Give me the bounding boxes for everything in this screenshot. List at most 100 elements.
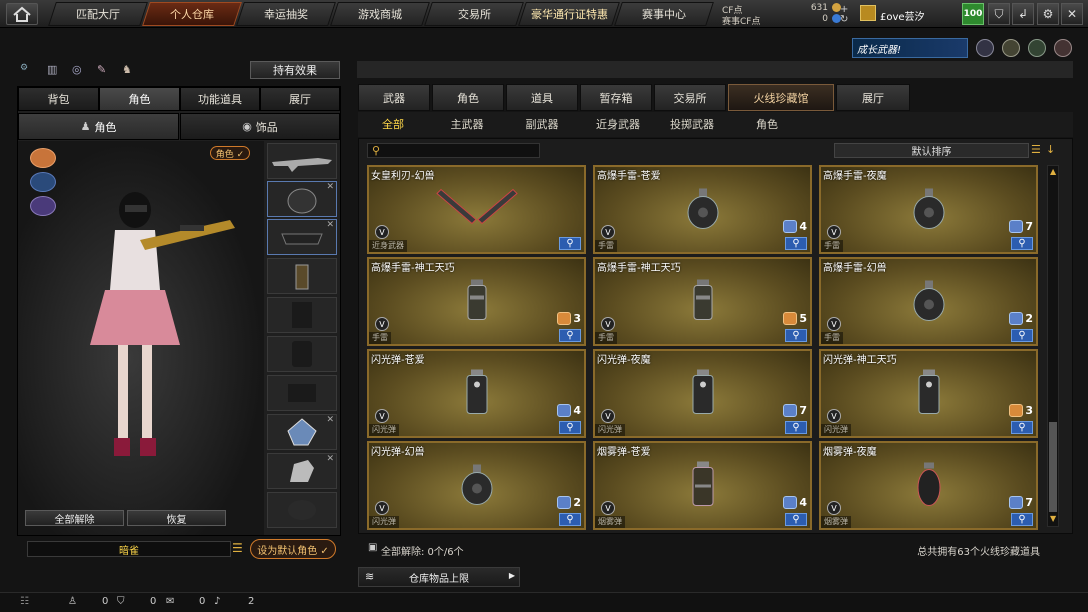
magnify-icon[interactable]: ⚲ xyxy=(559,513,581,526)
item-card[interactable]: 高爆手雷-神工天巧 V 手雷 5 ⚲ xyxy=(593,257,812,346)
set-default-character-button[interactable]: 设为默认角色 ✓ xyxy=(250,539,336,559)
tab-game-mall[interactable]: 游戏商城 xyxy=(330,2,430,26)
slot-belt[interactable] xyxy=(267,375,337,411)
slot-emblem[interactable]: ✕ xyxy=(267,414,337,450)
subtab-secondary[interactable]: 副武器 xyxy=(517,113,567,135)
tool-icon-2[interactable]: ▥ xyxy=(47,63,65,79)
item-card[interactable]: 闪光弹-苍爱 V 闪光弹 4 ⚲ xyxy=(367,349,586,438)
tool-icon-5[interactable]: ♞ xyxy=(122,63,140,79)
tool-icon-4[interactable]: ✎ xyxy=(97,63,115,79)
item-card[interactable]: 高爆手雷-苍爱 V 手雷 4 ⚲ xyxy=(593,165,812,254)
remove-icon[interactable]: ✕ xyxy=(326,415,334,425)
refresh-icon[interactable]: ↻ xyxy=(840,14,848,25)
magnify-icon[interactable]: ⚲ xyxy=(785,421,807,434)
role-tag[interactable]: 角色 ✓ xyxy=(210,146,250,160)
magnify-icon[interactable]: ⚲ xyxy=(1011,513,1033,526)
tab-function-items[interactable]: 功能道具 xyxy=(180,87,260,111)
magnify-icon[interactable]: ⚲ xyxy=(559,329,581,342)
magnify-icon[interactable]: ⚲ xyxy=(785,329,807,342)
tab-personal-storage[interactable]: 个人仓库 xyxy=(142,2,242,26)
scrollbar[interactable]: ▲ ▼ xyxy=(1047,165,1059,527)
scroll-down-icon[interactable]: ▼ xyxy=(1050,514,1056,523)
holding-effect-button[interactable]: 持有效果 xyxy=(250,61,340,79)
item-card[interactable]: 闪光弹-幻兽 V 闪光弹 2 ⚲ xyxy=(367,441,586,530)
avatar[interactable] xyxy=(860,5,876,21)
menu-icon[interactable]: ☷ xyxy=(20,596,29,607)
tab-lucky-draw[interactable]: 幸运抽奖 xyxy=(236,2,336,26)
pose-icon-2[interactable] xyxy=(30,172,56,192)
magnify-icon[interactable]: ⚲ xyxy=(1011,329,1033,342)
clan-icon[interactable]: ⛉ xyxy=(117,596,125,607)
growth-weapon-banner[interactable]: 成长武器! xyxy=(852,38,968,58)
slot-pouch[interactable] xyxy=(267,258,337,294)
shield-icon[interactable]: ⛉ xyxy=(988,3,1010,25)
subtab-accessory[interactable]: ◉ 饰品 xyxy=(180,113,340,140)
friends-icon[interactable]: ♙ xyxy=(68,596,77,607)
chat-icon[interactable]: ✉ xyxy=(166,596,174,607)
magnify-icon[interactable]: ⚲ xyxy=(559,237,581,250)
item-card[interactable]: 高爆手雷-神工天巧 V 手雷 3 ⚲ xyxy=(367,257,586,346)
badge-icon-2[interactable] xyxy=(1002,39,1020,57)
volume-icon[interactable]: ♪ xyxy=(214,596,220,607)
scroll-up-icon[interactable]: ▲ xyxy=(1050,167,1056,176)
item-card[interactable]: 高爆手雷-幻兽 V 手雷 2 ⚲ xyxy=(819,257,1038,346)
magnify-icon[interactable]: ⚲ xyxy=(785,237,807,250)
slot-vest[interactable] xyxy=(267,297,337,333)
subtab-role[interactable]: 角色 xyxy=(742,113,792,135)
magnify-icon[interactable]: ⚲ xyxy=(1011,421,1033,434)
sort-order-icon[interactable]: ↓ xyxy=(1046,143,1058,158)
tab-backpack[interactable]: 背包 xyxy=(18,87,99,111)
home-button[interactable] xyxy=(6,3,38,25)
sort-dropdown[interactable]: 默认排序 xyxy=(834,143,1029,158)
tab-weapons[interactable]: 武器 xyxy=(358,84,430,111)
magnify-icon[interactable]: ⚲ xyxy=(559,421,581,434)
tab-match-lobby[interactable]: 匹配大厅 xyxy=(48,2,148,26)
tab-collection-hall[interactable]: 火线珍藏馆 xyxy=(728,84,834,111)
level-badge[interactable]: 100 xyxy=(962,3,984,25)
slot-spray[interactable]: ✕ xyxy=(267,453,337,489)
list-view-icon[interactable]: ☰ xyxy=(1031,143,1043,158)
slot-empty[interactable] xyxy=(267,492,337,528)
remove-icon[interactable]: ✕ xyxy=(326,220,334,230)
search-input[interactable]: ⚲ xyxy=(367,143,540,158)
slot-armor[interactable] xyxy=(267,336,337,372)
tab-exhibition[interactable]: 展厅 xyxy=(836,84,910,111)
remove-icon[interactable]: ✕ xyxy=(326,182,334,192)
magnify-icon[interactable]: ⚲ xyxy=(785,513,807,526)
tab-items[interactable]: 道具 xyxy=(506,84,578,111)
slot-goggles[interactable]: ✕ xyxy=(267,219,337,255)
scroll-thumb[interactable] xyxy=(1049,422,1057,512)
pose-icon-1[interactable] xyxy=(30,148,56,168)
pose-icon-3[interactable] xyxy=(30,196,56,216)
badge-icon-4[interactable] xyxy=(1054,39,1072,57)
badge-icon-1[interactable] xyxy=(976,39,994,57)
slot-primary-weapon[interactable] xyxy=(267,143,337,179)
subtab-all[interactable]: 全部 xyxy=(368,113,418,135)
list-icon[interactable]: ☰ xyxy=(232,541,246,557)
item-card[interactable]: 闪光弹-夜魔 V 闪光弹 7 ⚲ xyxy=(593,349,812,438)
subtab-melee[interactable]: 近身武器 xyxy=(590,113,646,135)
subtab-character[interactable]: ♟ 角色 xyxy=(18,113,179,140)
tool-icon-1[interactable]: ⚙ xyxy=(20,63,38,79)
subtab-throwing[interactable]: 投掷武器 xyxy=(664,113,720,135)
badge-icon-3[interactable] xyxy=(1028,39,1046,57)
item-card[interactable]: 女皇利刃-幻兽 V 近身武器 ⚲ xyxy=(367,165,586,254)
tab-trade[interactable]: 交易所 xyxy=(654,84,726,111)
remove-icon[interactable]: ✕ xyxy=(326,454,334,464)
tool-icon-3[interactable]: ◎ xyxy=(72,63,90,79)
item-card[interactable]: 烟雾弹-夜魔 V 烟雾弹 7 ⚲ xyxy=(819,441,1038,530)
unequip-all-button[interactable]: 全部解除 xyxy=(25,510,124,526)
storage-limit-button[interactable]: ≋ 仓库物品上限 ▶ xyxy=(358,567,520,587)
back-icon[interactable]: ↲ xyxy=(1012,3,1034,25)
restore-button[interactable]: 恢复 xyxy=(127,510,226,526)
tab-roles[interactable]: 角色 xyxy=(432,84,504,111)
tab-deluxe-pass[interactable]: 豪华通行证特惠 xyxy=(518,2,620,26)
tab-character[interactable]: 角色 xyxy=(99,87,180,111)
tab-events[interactable]: 赛事中心 xyxy=(614,2,714,26)
close-icon[interactable]: ✕ xyxy=(1061,3,1083,25)
character-name-field[interactable]: 暗雀 xyxy=(27,541,231,557)
item-card[interactable]: 闪光弹-神工天巧 V 闪光弹 3 ⚲ xyxy=(819,349,1038,438)
magnify-icon[interactable]: ⚲ xyxy=(1011,237,1033,250)
tab-temp-box[interactable]: 暂存箱 xyxy=(580,84,652,111)
slot-helmet[interactable]: ✕ xyxy=(267,181,337,217)
